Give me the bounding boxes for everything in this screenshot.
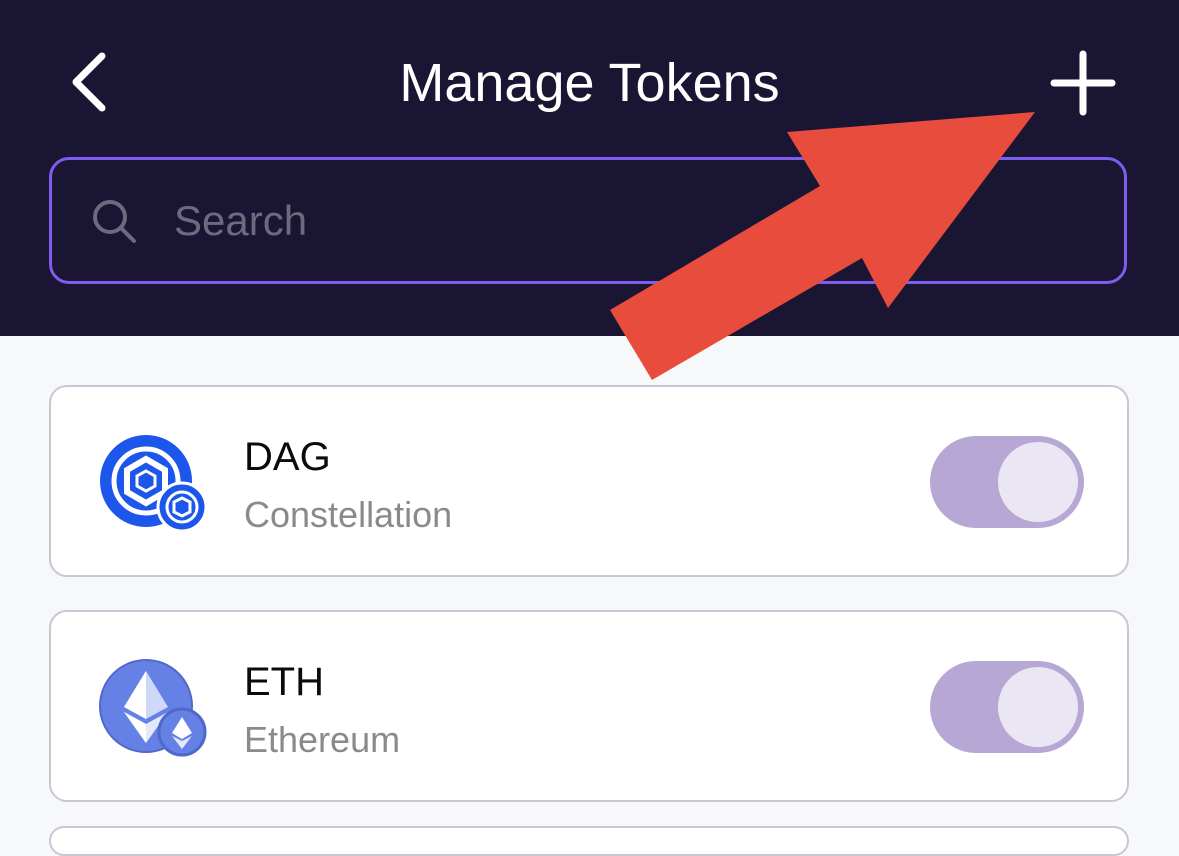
search-field[interactable] <box>49 157 1127 284</box>
token-symbol: DAG <box>244 435 331 479</box>
token-card-dag: DAG Constellation <box>49 385 1129 577</box>
toggle-knob <box>998 667 1078 747</box>
constellation-icon <box>100 435 208 533</box>
back-button[interactable] <box>56 44 120 120</box>
page-title: Manage Tokens <box>399 53 780 113</box>
token-symbol: ETH <box>244 660 324 704</box>
token-toggle-eth[interactable] <box>930 661 1084 753</box>
plus-icon <box>1050 50 1116 116</box>
header-bar: Manage Tokens <box>0 0 1179 336</box>
token-toggle-dag[interactable] <box>930 436 1084 528</box>
toggle-knob <box>998 442 1078 522</box>
search-input[interactable] <box>174 196 1074 245</box>
add-token-button[interactable] <box>1044 44 1122 122</box>
token-card-partial <box>49 826 1129 856</box>
token-name: Ethereum <box>244 719 401 760</box>
token-name: Constellation <box>244 494 453 535</box>
token-card-eth: ETH Ethereum <box>49 610 1129 802</box>
chevron-left-icon <box>72 52 106 112</box>
ethereum-icon <box>99 659 207 757</box>
search-icon <box>93 199 136 243</box>
